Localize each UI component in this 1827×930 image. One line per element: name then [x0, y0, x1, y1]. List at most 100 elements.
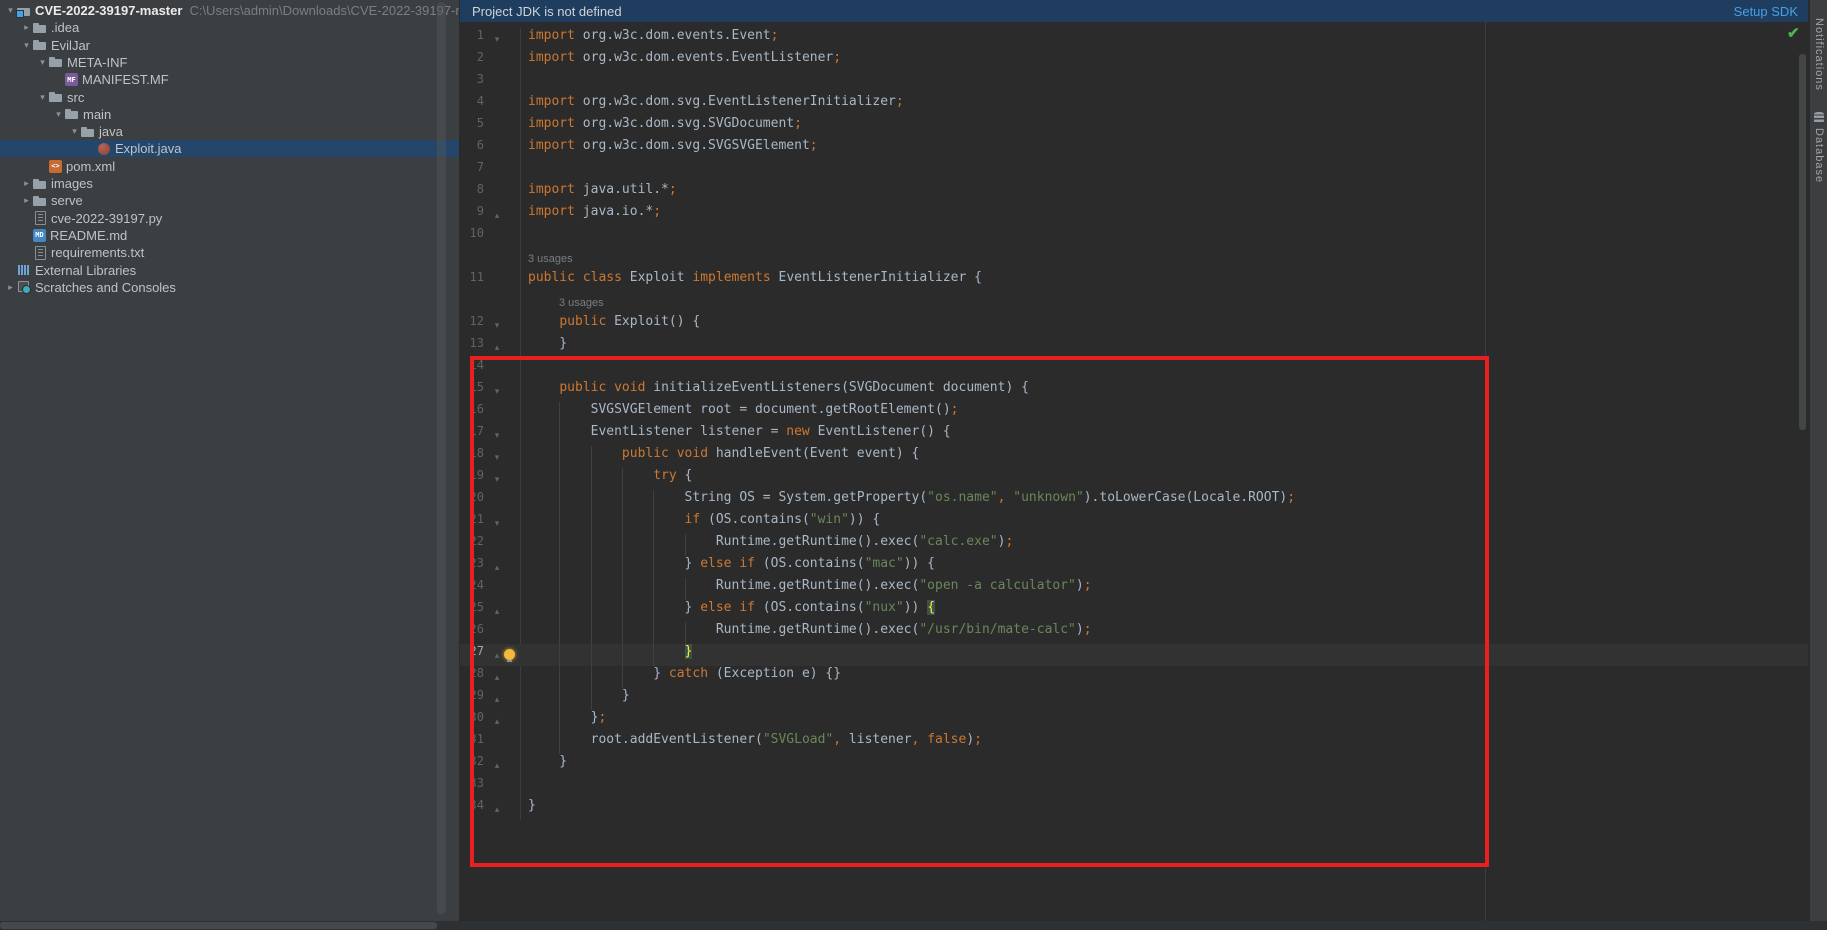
code-editor[interactable]: 1 ▾ import org.w3c.dom.events.Event; 2 impor…	[460, 0, 1808, 921]
tree-item-external-libraries[interactable]: External Libraries	[0, 262, 459, 279]
tree-item-src[interactable]: ▾ src	[0, 89, 459, 106]
chevron-right-icon[interactable]: ▸	[20, 178, 33, 189]
code-line-13[interactable]: 13 ▴ }	[460, 336, 1808, 358]
code-line-22[interactable]: 22 Runtime.getRuntime().exec("calc.exe")…	[460, 534, 1808, 556]
code-line-32[interactable]: 32 ▴ }	[460, 754, 1808, 776]
code-line-4[interactable]: 4 import org.w3c.dom.svg.EventListenerIni…	[460, 94, 1808, 116]
code-line-20[interactable]: 20 String OS = System.getProperty("os.na…	[460, 490, 1808, 512]
code-line-31[interactable]: 31 root.addEventListener("SVGLoad", list…	[460, 732, 1808, 754]
code-line-10[interactable]: 10	[460, 226, 1808, 248]
code-line-23[interactable]: 23 ▴ } else if (OS.contains("mac")) {	[460, 556, 1808, 578]
editor-vertical-scrollbar[interactable]	[1799, 54, 1806, 430]
fold-marker-icon[interactable]: ▴	[488, 710, 506, 732]
usages-inlay[interactable]: 3 usages	[460, 248, 1808, 270]
usages-hint-text[interactable]: 3 usages	[559, 292, 604, 314]
chevron-right-icon[interactable]: ▸	[20, 195, 33, 206]
tree-item-cve-2022-39197-py[interactable]: cve-2022-39197.py	[0, 210, 459, 227]
code-line-6[interactable]: 6 import org.w3c.dom.svg.SVGSVGElement;	[460, 138, 1808, 160]
code-line-29[interactable]: 29 ▴ }	[460, 688, 1808, 710]
inspections-ok-check-icon[interactable]: ✔	[1787, 24, 1800, 42]
fold-marker-icon[interactable]: ▾	[488, 512, 506, 534]
code-line-14[interactable]: 14	[460, 358, 1808, 380]
fold-marker-icon[interactable]: ▴	[488, 688, 506, 710]
code-line-1[interactable]: 1 ▾ import org.w3c.dom.events.Event;	[460, 28, 1808, 50]
tree-item-scratches-and-consoles[interactable]: ▸ Scratches and Consoles	[0, 279, 459, 296]
fold-marker-icon[interactable]: ▾	[488, 468, 506, 490]
code-line-9[interactable]: 9 ▴ import java.io.*;	[460, 204, 1808, 226]
code-text: SVGSVGElement root = document.getRootEle…	[528, 402, 958, 424]
code-line-3[interactable]: 3	[460, 72, 1808, 94]
chevron-right-icon[interactable]: ▸	[4, 282, 17, 293]
fold-marker-icon[interactable]: ▾	[488, 314, 506, 336]
code-line-8[interactable]: 8 import java.util.*;	[460, 182, 1808, 204]
fold-marker-icon[interactable]: ▾	[488, 424, 506, 446]
indent-guide	[653, 644, 655, 666]
tool-button-database[interactable]: Database	[1810, 112, 1827, 183]
fold-marker-icon[interactable]: ▾	[488, 28, 506, 50]
bottom-scrollbar-thumb[interactable]	[0, 922, 437, 929]
folder-icon	[33, 38, 47, 52]
fold-marker-icon[interactable]: ▴	[488, 336, 506, 358]
line-number: 21	[469, 512, 484, 526]
project-tool-window[interactable]: ▾ CVE-2022-39197-master C:\Users\admin\Dow…	[0, 0, 459, 921]
tree-item-cve-2022-39197-master[interactable]: ▾ CVE-2022-39197-master C:\Users\admin\Dow…	[0, 2, 459, 19]
fold-marker-icon[interactable]: ▴	[488, 754, 506, 776]
chevron-down-icon[interactable]: ▾	[68, 126, 81, 137]
fold-marker-icon[interactable]: ▾	[488, 446, 506, 468]
code-line-12[interactable]: 12 ▾ public Exploit() {	[460, 314, 1808, 336]
line-number: 24	[469, 578, 484, 592]
code-line-11[interactable]: 11 public class Exploit implements EventL…	[460, 270, 1808, 292]
tree-item-readme-md[interactable]: MD README.md	[0, 227, 459, 244]
fold-marker-icon[interactable]: ▴	[488, 556, 506, 578]
fold-marker-icon[interactable]: ▴	[488, 798, 506, 820]
project-tree-scrollbar[interactable]	[437, 2, 446, 914]
tool-button-notifications[interactable]: Notifications	[1810, 18, 1827, 91]
code-line-5[interactable]: 5 import org.w3c.dom.svg.SVGDocument;	[460, 116, 1808, 138]
tree-item-manifest-mf[interactable]: MF MANIFEST.MF	[0, 71, 459, 88]
code-line-21[interactable]: 21 ▾ if (OS.contains("win")) {	[460, 512, 1808, 534]
tree-item-meta-inf[interactable]: ▾ META-INF	[0, 54, 459, 71]
code-line-30[interactable]: 30 ▴ };	[460, 710, 1808, 732]
code-line-19[interactable]: 19 ▾ try {	[460, 468, 1808, 490]
chevron-right-icon[interactable]: ▸	[20, 22, 33, 33]
chevron-down-icon[interactable]: ▾	[20, 40, 33, 51]
tree-item-serve[interactable]: ▸ serve	[0, 192, 459, 209]
chevron-down-icon[interactable]: ▾	[36, 92, 49, 103]
code-line-18[interactable]: 18 ▾ public void handleEvent(Event event)…	[460, 446, 1808, 468]
usages-hint-text[interactable]: 3 usages	[528, 248, 573, 270]
tree-item-requirements-txt[interactable]: requirements.txt	[0, 244, 459, 261]
intention-bulb-icon[interactable]	[504, 649, 515, 662]
folder-icon	[65, 107, 79, 121]
tree-item-images[interactable]: ▸ images	[0, 175, 459, 192]
tree-item-main[interactable]: ▾ main	[0, 106, 459, 123]
code-line-28[interactable]: 28 ▴ } catch (Exception e) {}	[460, 666, 1808, 688]
tree-item-pom-xml[interactable]: <> pom.xml	[0, 158, 459, 175]
setup-sdk-link[interactable]: Setup SDK	[1734, 4, 1798, 19]
code-line-34[interactable]: 34 ▴}	[460, 798, 1808, 820]
fold-marker-icon[interactable]: ▴	[488, 600, 506, 622]
code-line-27[interactable]: 27 ▴ }	[460, 644, 1808, 666]
indent-guide	[559, 512, 561, 534]
bottom-scrollbar-track[interactable]	[0, 921, 1827, 930]
tree-item-java[interactable]: ▾ java	[0, 123, 459, 140]
code-line-16[interactable]: 16 SVGSVGElement root = document.getRoot…	[460, 402, 1808, 424]
tree-item-idea[interactable]: ▸ .idea	[0, 19, 459, 36]
code-line-15[interactable]: 15 ▾ public void initializeEventListeners…	[460, 380, 1808, 402]
code-line-7[interactable]: 7	[460, 160, 1808, 182]
code-line-25[interactable]: 25 ▴ } else if (OS.contains("nux")) {	[460, 600, 1808, 622]
usages-inlay[interactable]: 3 usages	[460, 292, 1808, 314]
code-line-33[interactable]: 33	[460, 776, 1808, 798]
tree-item-exploit-java[interactable]: Exploit.java	[0, 140, 459, 158]
code-line-2[interactable]: 2 import org.w3c.dom.events.EventListener…	[460, 50, 1808, 72]
code-line-26[interactable]: 26 Runtime.getRuntime().exec("/usr/bin/m…	[460, 622, 1808, 644]
fold-marker-icon[interactable]: ▴	[488, 666, 506, 688]
code-line-24[interactable]: 24 Runtime.getRuntime().exec("open -a ca…	[460, 578, 1808, 600]
chevron-down-icon[interactable]: ▾	[52, 109, 65, 120]
fold-marker-icon[interactable]: ▴	[488, 204, 506, 226]
fold-marker-icon[interactable]: ▾	[488, 380, 506, 402]
code-line-17[interactable]: 17 ▾ EventListener listener = new EventLi…	[460, 424, 1808, 446]
project-root-path: C:\Users\admin\Downloads\CVE-2022-39197-…	[189, 3, 459, 18]
tree-item-eviljar[interactable]: ▾ EvilJar	[0, 37, 459, 54]
chevron-down-icon[interactable]: ▾	[36, 57, 49, 68]
line-number: 20	[469, 490, 484, 504]
